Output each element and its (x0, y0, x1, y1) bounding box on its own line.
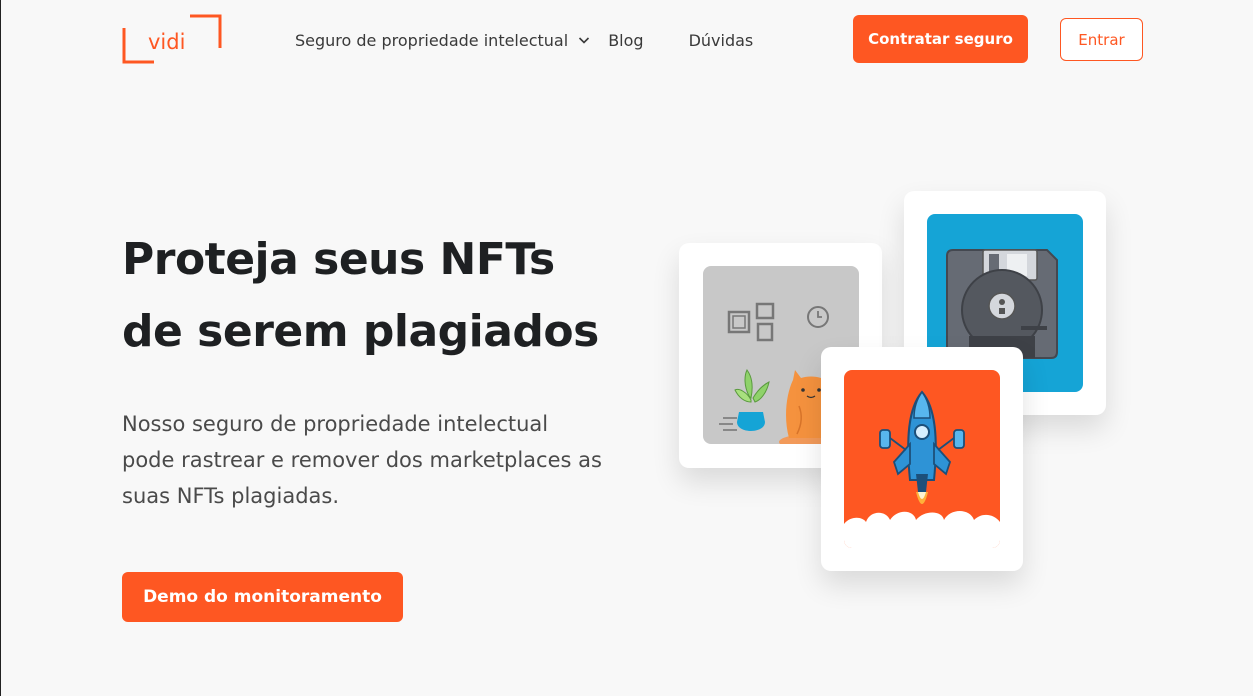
entrar-button[interactable]: Entrar (1060, 18, 1143, 61)
chevron-down-icon (579, 37, 590, 44)
hero-subtitle-line: suas NFTs plagiadas. (122, 484, 340, 508)
hero-title-line: Proteja seus NFTs (122, 234, 555, 285)
vidi-logo[interactable]: vidi (122, 14, 222, 64)
main-nav: Seguro de propriedade intelectual Blog D… (295, 28, 753, 52)
logo-text: vidi (148, 30, 185, 54)
hero-title-line: de serem plagiados (122, 306, 599, 357)
nav-item-label: Dúvidas (688, 30, 754, 50)
hero-subtitle-line: Nosso seguro de propriedade intelectual (122, 412, 549, 436)
demo-monitoramento-button[interactable]: Demo do monitoramento (122, 572, 403, 622)
contratar-seguro-button[interactable]: Contratar seguro (853, 15, 1028, 63)
hero-subtitle: Nosso seguro de propriedade intelectual … (122, 406, 632, 514)
rocket-illustration (844, 370, 1000, 548)
hero-subtitle-line: pode rastrear e remover dos marketplaces… (122, 448, 602, 472)
nav-item-blog[interactable]: Blog (608, 31, 643, 50)
nav-item-label: Seguro de propriedade intelectual (295, 30, 569, 50)
hero-title: Proteja seus NFTs de serem plagiados (122, 224, 662, 368)
nav-item-seguro[interactable]: Seguro de propriedade intelectual (295, 31, 608, 50)
nav-item-label: Blog (608, 30, 644, 50)
nft-card-rocket (821, 347, 1023, 571)
logo-mark: vidi (122, 14, 222, 64)
nav-item-duvidas[interactable]: Dúvidas (689, 31, 754, 50)
